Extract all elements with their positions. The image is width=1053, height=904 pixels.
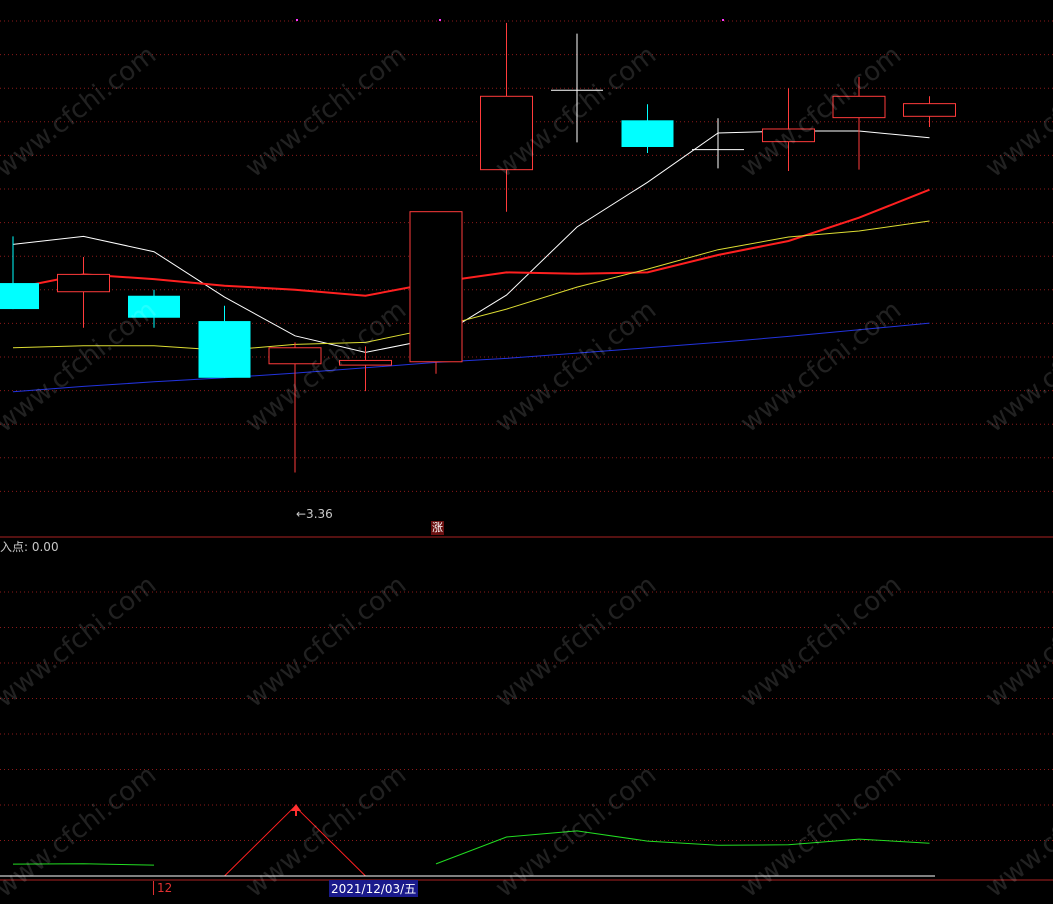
stock-chart — [0, 19, 1053, 881]
candle-body — [409, 211, 463, 363]
rise-badge: 涨 — [431, 521, 444, 535]
candle-body — [621, 120, 674, 147]
candle-body — [832, 95, 886, 119]
candle-body — [57, 273, 110, 293]
indicator-line — [224, 805, 366, 877]
moving-average-line — [12, 188, 930, 297]
candle-body — [198, 321, 251, 378]
indicator-label: 入点: 0.00 — [0, 540, 59, 554]
date-cursor-label[interactable]: 2021/12/03/五 — [329, 880, 419, 897]
signal-dot — [722, 19, 724, 21]
moving-average-line — [12, 130, 930, 353]
candle-body — [762, 128, 815, 143]
candle-body — [128, 295, 180, 318]
candle-body — [0, 283, 39, 310]
x-axis-tick-label: 12 — [153, 881, 172, 895]
indicator-line — [435, 830, 930, 865]
candle-body — [903, 103, 956, 117]
signal-dot — [439, 19, 441, 21]
indicator-line — [12, 863, 155, 866]
peak-arrow — [291, 804, 301, 816]
candle-body — [339, 359, 392, 366]
low-price-marker: ←3.36 — [296, 507, 333, 521]
candle-body — [268, 347, 322, 365]
candle-body — [480, 95, 533, 171]
signal-dot — [296, 19, 298, 21]
